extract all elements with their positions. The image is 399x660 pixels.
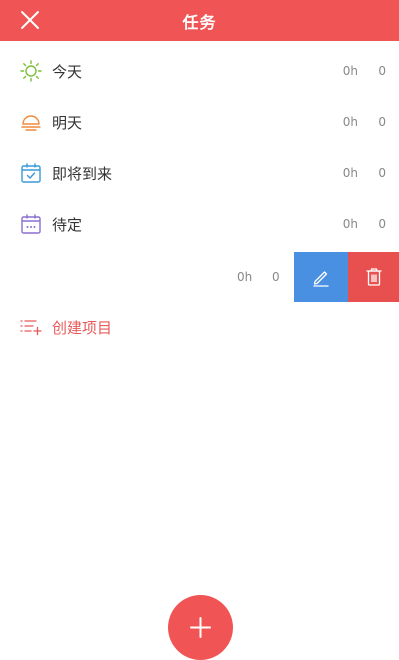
list-item-hours: 0h	[342, 166, 358, 180]
list-item-hours: 0h	[342, 217, 358, 231]
list-item-hours: 0h	[342, 64, 358, 78]
list-item-label: 即将到来	[52, 165, 113, 183]
header-bar: 任务	[0, 0, 399, 41]
list-item-hours: 0h	[342, 115, 358, 129]
add-task-button[interactable]	[168, 595, 233, 660]
list-item-someday[interactable]: 待定 0h 0	[0, 199, 399, 249]
list-item-count: 0	[378, 115, 386, 129]
edit-button[interactable]	[294, 252, 348, 302]
list-item-label: 今天	[52, 63, 83, 81]
list-item-count: 0	[378, 64, 386, 78]
swiped-project-row[interactable]: 0h 0	[0, 252, 399, 302]
list-item-count: 0	[378, 217, 386, 231]
trash-icon	[365, 268, 382, 286]
list-item-count: 0	[272, 270, 280, 284]
list-item-upcoming[interactable]: 即将到来 0h 0	[0, 148, 399, 198]
list-item-hours: 0h	[237, 270, 253, 284]
create-project-button[interactable]: 创建项目	[0, 305, 399, 349]
list-item-tomorrow[interactable]: 明天 0h 0	[0, 97, 399, 147]
sunrise-icon	[20, 111, 42, 133]
plus-icon	[190, 617, 211, 638]
list-add-icon	[20, 318, 42, 336]
page-title: 任务	[182, 13, 217, 32]
list-item-count: 0	[378, 166, 386, 180]
create-project-label: 创建项目	[52, 319, 113, 337]
list-item-today[interactable]: 今天 0h 0	[0, 46, 399, 96]
list-item-label: 明天	[52, 114, 83, 132]
sun-icon	[20, 60, 42, 82]
list-item-label: 待定	[52, 216, 83, 234]
delete-button[interactable]	[348, 252, 399, 302]
pencil-icon	[313, 271, 329, 287]
calendar-check-icon	[20, 162, 42, 184]
calendar-dots-icon	[20, 213, 42, 235]
